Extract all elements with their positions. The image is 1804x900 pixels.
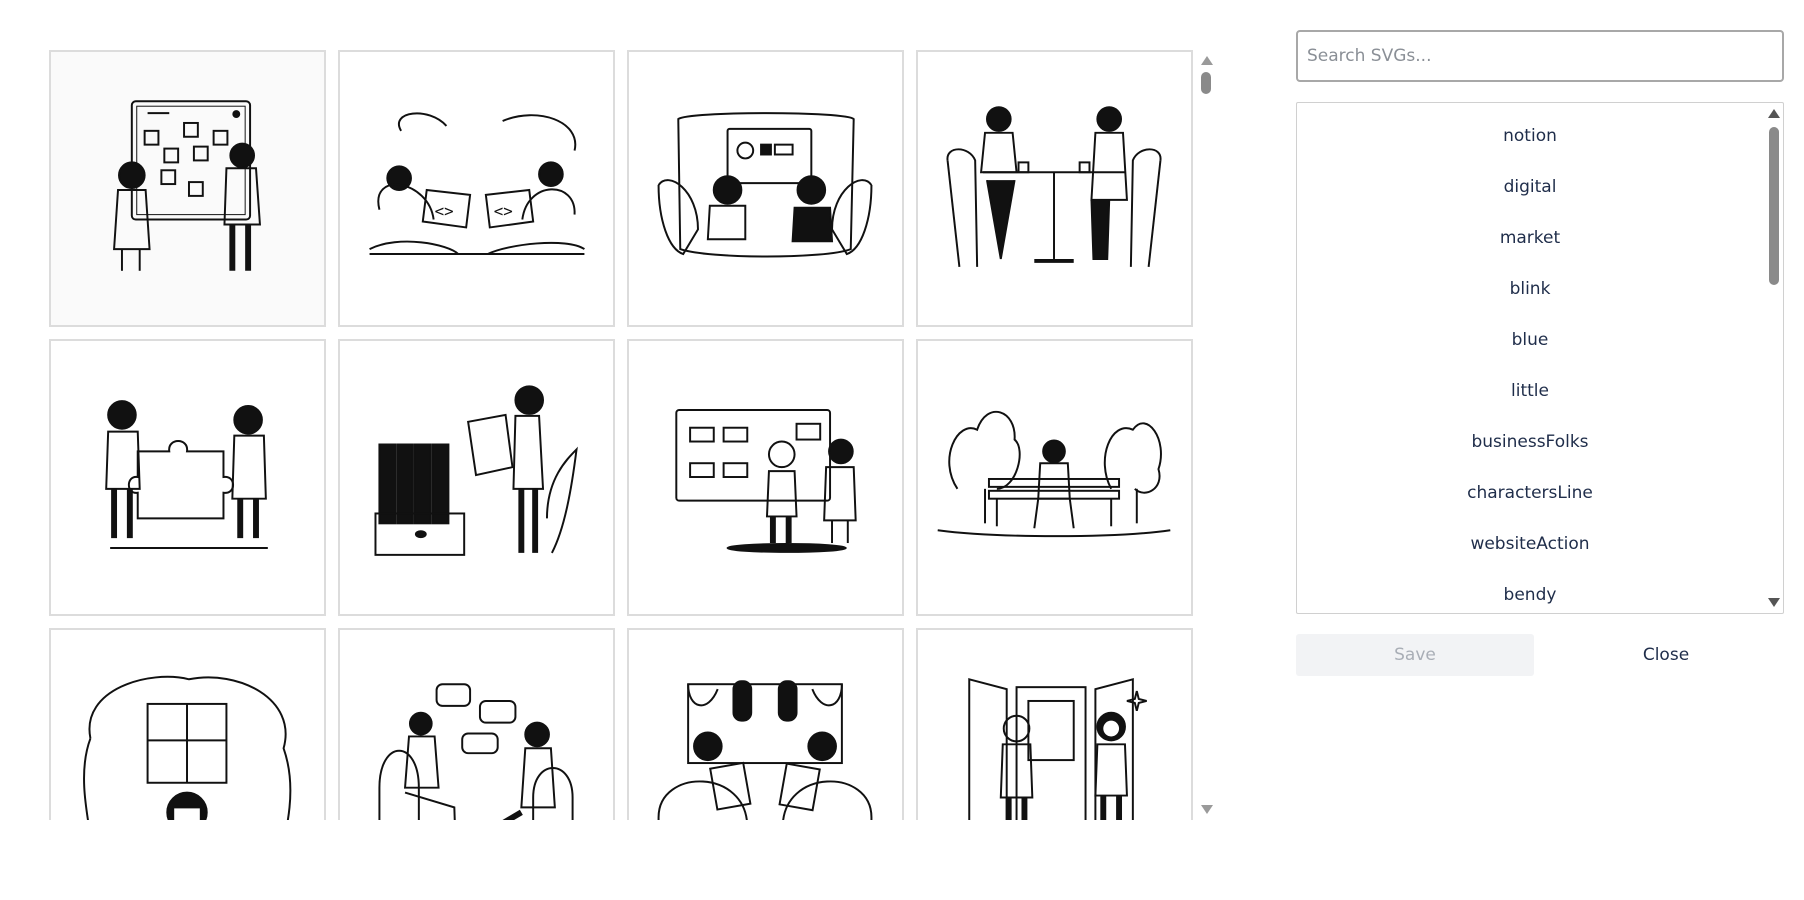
side-panel: notion digital market blink blue little … [1296,30,1784,676]
door-wave-icon [968,677,1147,820]
svg-tile-binders[interactable] [338,339,615,616]
window-thinking-icon [83,675,292,820]
svg-tile-kanban-board[interactable] [49,50,326,327]
scroll-down-arrow-icon[interactable] [1201,805,1213,814]
armchair-reading-icon [657,680,873,820]
list-item-blink[interactable]: blink [1297,264,1763,315]
svg-tile-cafe-table[interactable] [916,50,1193,327]
whiteboard-kids-icon [675,409,857,553]
list-item-little[interactable]: little [1297,366,1763,417]
svg-tile-whiteboard-kids[interactable] [627,339,904,616]
list-item-market[interactable]: market [1297,213,1763,264]
svg-tile-park-bench[interactable] [916,339,1193,616]
kanban-board-icon [113,100,261,271]
svg-tile-armchair-reading[interactable] [627,628,904,820]
search-input[interactable] [1296,30,1784,82]
chat-bubbles-icon [378,683,574,820]
close-button[interactable]: Close [1548,634,1784,676]
list-scrollbar[interactable] [1765,103,1783,613]
list-item-digital[interactable]: digital [1297,162,1763,213]
svg-tile-window-thinking[interactable] [49,628,326,820]
svg-tile-puzzle[interactable] [49,339,326,616]
svg-tile-chat-bubbles[interactable] [338,628,615,820]
list-item-bendy[interactable]: bendy [1297,570,1763,613]
list-item-websiteaction[interactable]: websiteAction [1297,519,1763,570]
list-scrollbar-thumb[interactable] [1769,127,1779,285]
gallery-scrollbar[interactable] [1197,50,1215,820]
scrollbar-thumb[interactable] [1201,72,1211,94]
svg-tile-door-wave[interactable] [916,628,1193,820]
svg-grid: <> <> [49,50,1193,820]
svg-tile-couch-presentation[interactable] [627,50,904,327]
list-item-charactersline[interactable]: charactersLine [1297,468,1763,519]
puzzle-piece-icon [105,400,268,549]
list-item-notion[interactable]: notion [1297,111,1763,162]
laptop-coders-icon: <> <> [369,112,585,256]
couch-presentation-icon [657,112,873,258]
svg-text:<>: <> [494,202,513,221]
svg-text:<>: <> [435,202,454,221]
svg-gallery: <> <> [49,50,1197,820]
list-scroll-down-arrow-icon[interactable] [1768,598,1780,607]
list-scroll-up-arrow-icon[interactable] [1768,109,1780,118]
category-list: notion digital market blink blue little … [1296,102,1784,614]
cafe-table-icon [946,106,1162,267]
park-bench-icon [937,410,1171,538]
list-item-blue[interactable]: blue [1297,315,1763,366]
save-button[interactable]: Save [1296,634,1534,676]
scroll-up-arrow-icon[interactable] [1201,56,1213,65]
svg-tile-coders[interactable]: <> <> [338,50,615,327]
file-binders-icon [374,385,578,556]
category-items: notion digital market blink blue little … [1297,111,1763,613]
list-item-businessfolks[interactable]: businessFolks [1297,417,1763,468]
